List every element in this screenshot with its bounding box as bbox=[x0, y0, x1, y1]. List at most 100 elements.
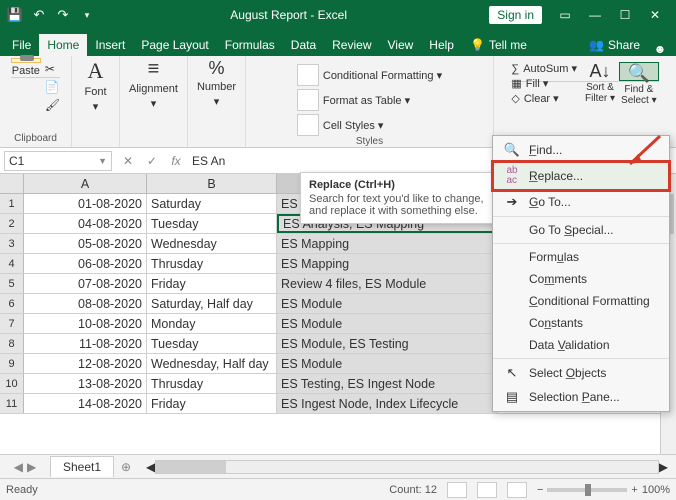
cell-c[interactable]: Review 4 files, ES Module bbox=[277, 274, 498, 293]
feedback-icon[interactable]: ☻ bbox=[648, 42, 672, 56]
redo-icon[interactable]: ↷ bbox=[54, 6, 72, 24]
cell-a[interactable]: 05-08-2020 bbox=[24, 234, 147, 253]
view-normal-icon[interactable] bbox=[447, 482, 467, 498]
cell-c[interactable]: ES Ingest Node, Index Lifecycle bbox=[277, 394, 498, 413]
maximize-icon[interactable]: ☐ bbox=[610, 1, 640, 29]
copy-icon[interactable]: 📄 bbox=[45, 80, 60, 94]
row-header[interactable]: 5 bbox=[0, 274, 24, 293]
minimize-icon[interactable]: — bbox=[580, 1, 610, 29]
row-header[interactable]: 11 bbox=[0, 394, 24, 413]
row-header[interactable]: 10 bbox=[0, 374, 24, 393]
row-header[interactable]: 7 bbox=[0, 314, 24, 333]
cell-c[interactable]: ES Module bbox=[277, 354, 498, 373]
conditional-formatting-button[interactable]: Conditional Formatting ▾ bbox=[297, 64, 442, 86]
zoom-in-icon[interactable]: + bbox=[631, 484, 637, 496]
cell-b[interactable]: Wednesday, Half day bbox=[147, 354, 277, 373]
cell-a[interactable]: 10-08-2020 bbox=[24, 314, 147, 333]
cell-a[interactable]: 06-08-2020 bbox=[24, 254, 147, 273]
number-button[interactable]: % Number ▾ bbox=[197, 58, 236, 108]
clear-button[interactable]: ◇Clear ▾ bbox=[511, 92, 577, 105]
undo-icon[interactable]: ↶ bbox=[30, 6, 48, 24]
sort-filter-button[interactable]: A↓ Sort & Filter ▾ bbox=[585, 62, 615, 81]
tab-data[interactable]: Data bbox=[283, 34, 324, 56]
cell-c[interactable]: ES Testing, ES Ingest Node bbox=[277, 374, 498, 393]
save-icon[interactable]: 💾 bbox=[6, 6, 24, 24]
cell-b[interactable]: Tuesday bbox=[147, 214, 277, 233]
sheet-nav[interactable]: ◀▶ bbox=[0, 460, 50, 474]
zoom-control[interactable]: − + 100% bbox=[537, 484, 670, 496]
tab-insert[interactable]: Insert bbox=[87, 34, 133, 56]
menu-comments[interactable]: Comments bbox=[493, 268, 669, 290]
paste-button[interactable]: Paste bbox=[11, 58, 41, 77]
find-select-button[interactable]: 🔍 Find & Select ▾ bbox=[619, 62, 659, 81]
cell-a[interactable]: 08-08-2020 bbox=[24, 294, 147, 313]
menu-goto-special[interactable]: Go To Special... bbox=[493, 219, 669, 241]
name-box-dd-icon[interactable]: ▼ bbox=[98, 156, 107, 166]
zoom-out-icon[interactable]: − bbox=[537, 484, 543, 496]
row-header[interactable]: 2 bbox=[0, 214, 24, 233]
name-box[interactable]: C1▼ bbox=[4, 151, 112, 171]
cut-icon[interactable]: ✂ bbox=[45, 62, 60, 76]
cell-b[interactable]: Saturday, Half day bbox=[147, 294, 277, 313]
alignment-button[interactable]: ≡ Alignment ▾ bbox=[129, 58, 178, 110]
cell-c[interactable]: ES Module bbox=[277, 314, 498, 333]
close-icon[interactable]: ✕ bbox=[640, 1, 670, 29]
tab-view[interactable]: View bbox=[380, 34, 422, 56]
row-header[interactable]: 8 bbox=[0, 334, 24, 353]
format-as-table-button[interactable]: Format as Table ▾ bbox=[297, 89, 442, 111]
view-pagelayout-icon[interactable] bbox=[477, 482, 497, 498]
select-all-button[interactable] bbox=[0, 174, 24, 193]
row-header[interactable]: 6 bbox=[0, 294, 24, 313]
menu-constants[interactable]: Constants bbox=[493, 312, 669, 334]
cell-a[interactable]: 04-08-2020 bbox=[24, 214, 147, 233]
tab-formulas[interactable]: Formulas bbox=[217, 34, 283, 56]
cell-a[interactable]: 14-08-2020 bbox=[24, 394, 147, 413]
tab-review[interactable]: Review bbox=[324, 34, 379, 56]
cell-a[interactable]: 11-08-2020 bbox=[24, 334, 147, 353]
cell-b[interactable]: Friday bbox=[147, 274, 277, 293]
cell-b[interactable]: Thrusday bbox=[147, 254, 277, 273]
cell-b[interactable]: Thrusday bbox=[147, 374, 277, 393]
share-button[interactable]: 👥Share bbox=[581, 34, 648, 56]
cell-b[interactable]: Monday bbox=[147, 314, 277, 333]
row-header[interactable]: 9 bbox=[0, 354, 24, 373]
row-header[interactable]: 1 bbox=[0, 194, 24, 213]
cancel-formula-icon[interactable]: ✕ bbox=[116, 154, 140, 168]
cell-styles-button[interactable]: Cell Styles ▾ bbox=[297, 114, 442, 136]
col-header-b[interactable]: B bbox=[147, 174, 277, 193]
menu-formulas[interactable]: Formulas bbox=[493, 246, 669, 268]
tab-home[interactable]: Home bbox=[39, 34, 87, 56]
cell-c[interactable]: ES Mapping bbox=[277, 254, 498, 273]
cell-b[interactable]: Tuesday bbox=[147, 334, 277, 353]
horizontal-scrollbar[interactable]: ◀▶ bbox=[146, 460, 668, 474]
menu-goto[interactable]: ➔Go To... bbox=[493, 190, 669, 214]
qat-customize-icon[interactable]: ▾ bbox=[78, 6, 96, 24]
ribbon-options-icon[interactable]: ▭ bbox=[550, 1, 580, 29]
cell-b[interactable]: Friday bbox=[147, 394, 277, 413]
tab-file[interactable]: File bbox=[4, 34, 39, 56]
cell-a[interactable]: 12-08-2020 bbox=[24, 354, 147, 373]
cell-b[interactable]: Wednesday bbox=[147, 234, 277, 253]
zoom-slider[interactable] bbox=[547, 488, 627, 492]
menu-selection-pane[interactable]: ▤Selection Pane... bbox=[493, 385, 669, 409]
cell-a[interactable]: 01-08-2020 bbox=[24, 194, 147, 213]
autosum-button[interactable]: ∑AutoSum ▾ bbox=[511, 62, 577, 75]
menu-select-objects[interactable]: ↖Select Objects bbox=[493, 361, 669, 385]
fill-button[interactable]: ▦Fill ▾ bbox=[511, 77, 577, 90]
cell-a[interactable]: 07-08-2020 bbox=[24, 274, 147, 293]
tab-page-layout[interactable]: Page Layout bbox=[133, 34, 216, 56]
cell-a[interactable]: 13-08-2020 bbox=[24, 374, 147, 393]
font-button[interactable]: A Font ▾ bbox=[84, 58, 106, 113]
tab-help[interactable]: Help bbox=[421, 34, 462, 56]
cell-b[interactable]: Saturday bbox=[147, 194, 277, 213]
cell-c[interactable]: ES Module, ES Testing bbox=[277, 334, 498, 353]
tell-me[interactable]: 💡Tell me bbox=[462, 34, 535, 56]
col-header-a[interactable]: A bbox=[24, 174, 147, 193]
add-sheet-button[interactable]: ⊕ bbox=[114, 460, 138, 474]
view-pagebreak-icon[interactable] bbox=[507, 482, 527, 498]
row-header[interactable]: 3 bbox=[0, 234, 24, 253]
fx-icon[interactable]: fx bbox=[164, 154, 188, 168]
menu-cond-format[interactable]: Conditional Formatting bbox=[493, 290, 669, 312]
cell-c[interactable]: ES Mapping bbox=[277, 234, 498, 253]
sign-in-button[interactable]: Sign in bbox=[489, 6, 542, 24]
